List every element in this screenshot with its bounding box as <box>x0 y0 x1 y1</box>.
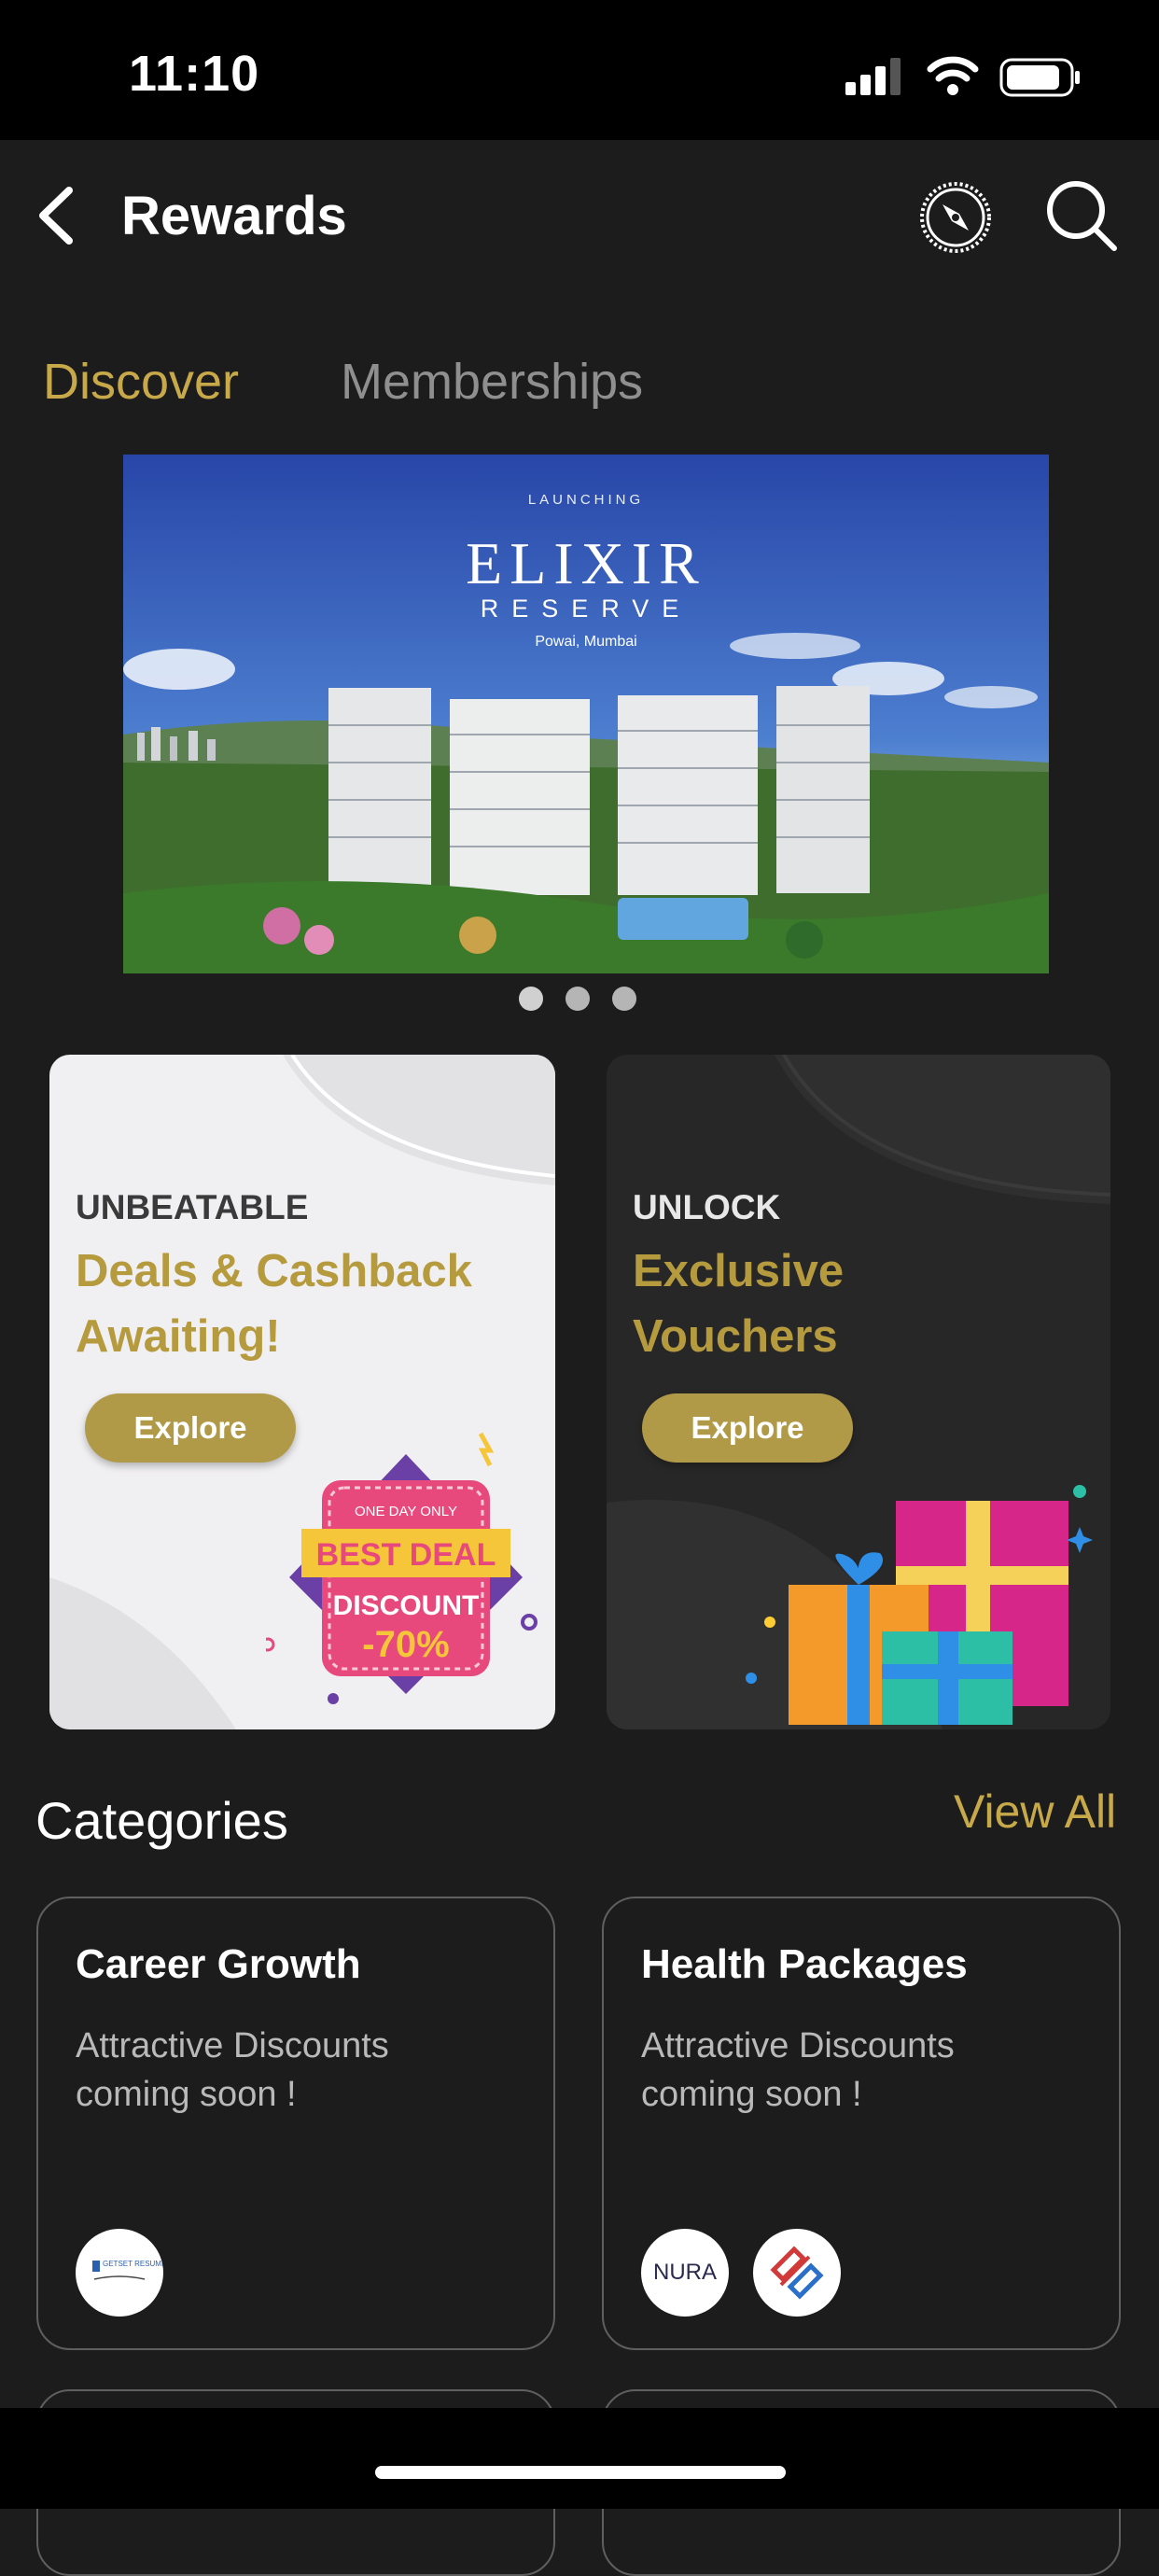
category-card-career-growth[interactable]: Career Growth Attractive Discounts comin… <box>36 1897 555 2350</box>
view-all-link[interactable]: View All <box>954 1785 1116 1839</box>
compass-button[interactable] <box>918 180 993 255</box>
home-indicator[interactable] <box>375 2466 786 2479</box>
description-line: Attractive Discounts <box>76 2026 389 2065</box>
status-bar: 11:10 <box>0 0 1159 140</box>
promo-kicker: UNLOCK <box>633 1188 781 1226</box>
nura-logo-icon: NURA <box>653 2260 717 2285</box>
logo-text: GETSET RESUMES <box>103 2260 163 2268</box>
headline-line: Awaiting! <box>76 1311 281 1362</box>
tab-memberships[interactable]: Memberships <box>341 353 643 411</box>
description-line: Attractive Discounts <box>641 2026 955 2065</box>
promo-card-deals[interactable]: UNBEATABLE Deals & Cashback Awaiting! Ex… <box>49 1055 555 1729</box>
banner-subtitle: RESERVE <box>480 595 692 623</box>
category-card-health-packages[interactable]: Health Packages Attractive Discounts com… <box>602 1897 1121 2350</box>
explore-button[interactable]: Explore <box>642 1393 853 1463</box>
description-line: coming soon ! <box>641 2075 862 2114</box>
partner-logo-health[interactable] <box>753 2229 841 2317</box>
carousel-dot[interactable] <box>566 987 590 1011</box>
carousel-dot[interactable] <box>612 987 636 1011</box>
logo-text: NURA <box>653 2260 717 2285</box>
banner-location: Powai, Mumbai <box>535 634 637 650</box>
promo-banner[interactable]: LAUNCHING ELIXIR RESERVE Powai, Mumbai <box>123 455 1049 973</box>
search-button[interactable] <box>1043 177 1120 254</box>
gift-boxes-icon <box>746 1485 1093 1725</box>
status-time: 11:10 <box>129 46 260 102</box>
banner-title: ELIXIR <box>466 530 706 596</box>
carousel-dot[interactable] <box>519 987 543 1011</box>
category-description: Attractive Discounts coming soon ! <box>641 2022 955 2119</box>
categories-title: Categories <box>35 1791 288 1850</box>
battery-icon <box>999 58 1080 97</box>
partner-logo-nura[interactable]: NURA <box>641 2229 729 2317</box>
promo-headline: Deals & Cashback Awaiting! <box>76 1239 472 1369</box>
badge-top: ONE DAY ONLY <box>355 1504 457 1519</box>
category-title: Health Packages <box>641 1941 968 1987</box>
badge-line: DISCOUNT <box>333 1590 480 1621</box>
health-partner-logo-icon <box>770 2246 824 2300</box>
promo-card-vouchers[interactable]: UNLOCK Exclusive Vouchers Explore <box>607 1055 1110 1729</box>
partner-logo-getset-resumes[interactable]: GETSET RESUMES <box>76 2229 163 2317</box>
signal-icon <box>845 58 901 95</box>
promo-kicker: UNBEATABLE <box>76 1188 309 1226</box>
search-icon <box>1047 181 1117 251</box>
badge-main: BEST DEAL <box>316 1537 496 1573</box>
home-indicator-bar <box>0 2408 1159 2509</box>
category-description: Attractive Discounts coming soon ! <box>76 2022 389 2119</box>
back-button[interactable] <box>30 183 86 248</box>
promo-headline: Exclusive Vouchers <box>633 1239 844 1369</box>
headline-line: Exclusive <box>633 1246 845 1296</box>
wifi-icon <box>927 56 979 95</box>
page-title: Rewards <box>121 186 347 246</box>
chevron-left-icon <box>39 187 73 245</box>
explore-button[interactable]: Explore <box>85 1393 296 1463</box>
compass-icon <box>920 182 991 253</box>
headline-line: Vouchers <box>633 1311 838 1362</box>
tab-discover[interactable]: Discover <box>43 353 239 411</box>
category-title: Career Growth <box>76 1941 361 1987</box>
best-deal-badge-icon: ONE DAY ONLY BEST DEAL DISCOUNT -70% <box>266 1432 538 1704</box>
headline-line: Deals & Cashback <box>76 1246 472 1296</box>
badge-value: -70% <box>362 1624 449 1665</box>
banner-kicker: LAUNCHING <box>527 492 645 508</box>
description-line: coming soon ! <box>76 2075 297 2114</box>
getset-resumes-logo-icon: GETSET RESUMES <box>92 2260 163 2280</box>
